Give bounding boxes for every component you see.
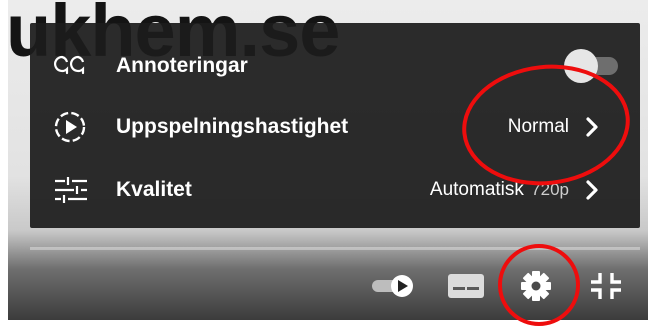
quality-label: Kvalitet — [116, 178, 192, 201]
autoplay-toggle-icon — [370, 275, 416, 302]
playback-speed-label: Uppspelningshastighet — [116, 115, 349, 138]
annotations-icon — [51, 48, 91, 84]
highlight-circle-settings — [498, 244, 580, 326]
autoplay-toggle[interactable] — [370, 274, 416, 298]
exit-fullscreen-icon — [588, 273, 624, 307]
chevron-right-icon — [584, 179, 600, 201]
annotations-label: Annoteringar — [116, 54, 248, 77]
exit-fullscreen-button[interactable] — [588, 269, 624, 303]
quality-value-text: Automatisk — [429, 179, 524, 200]
subtitles-icon — [446, 274, 486, 304]
playback-speed-icon — [51, 109, 91, 145]
quality-sliders-icon — [51, 172, 91, 208]
subtitles-button[interactable] — [446, 272, 486, 300]
